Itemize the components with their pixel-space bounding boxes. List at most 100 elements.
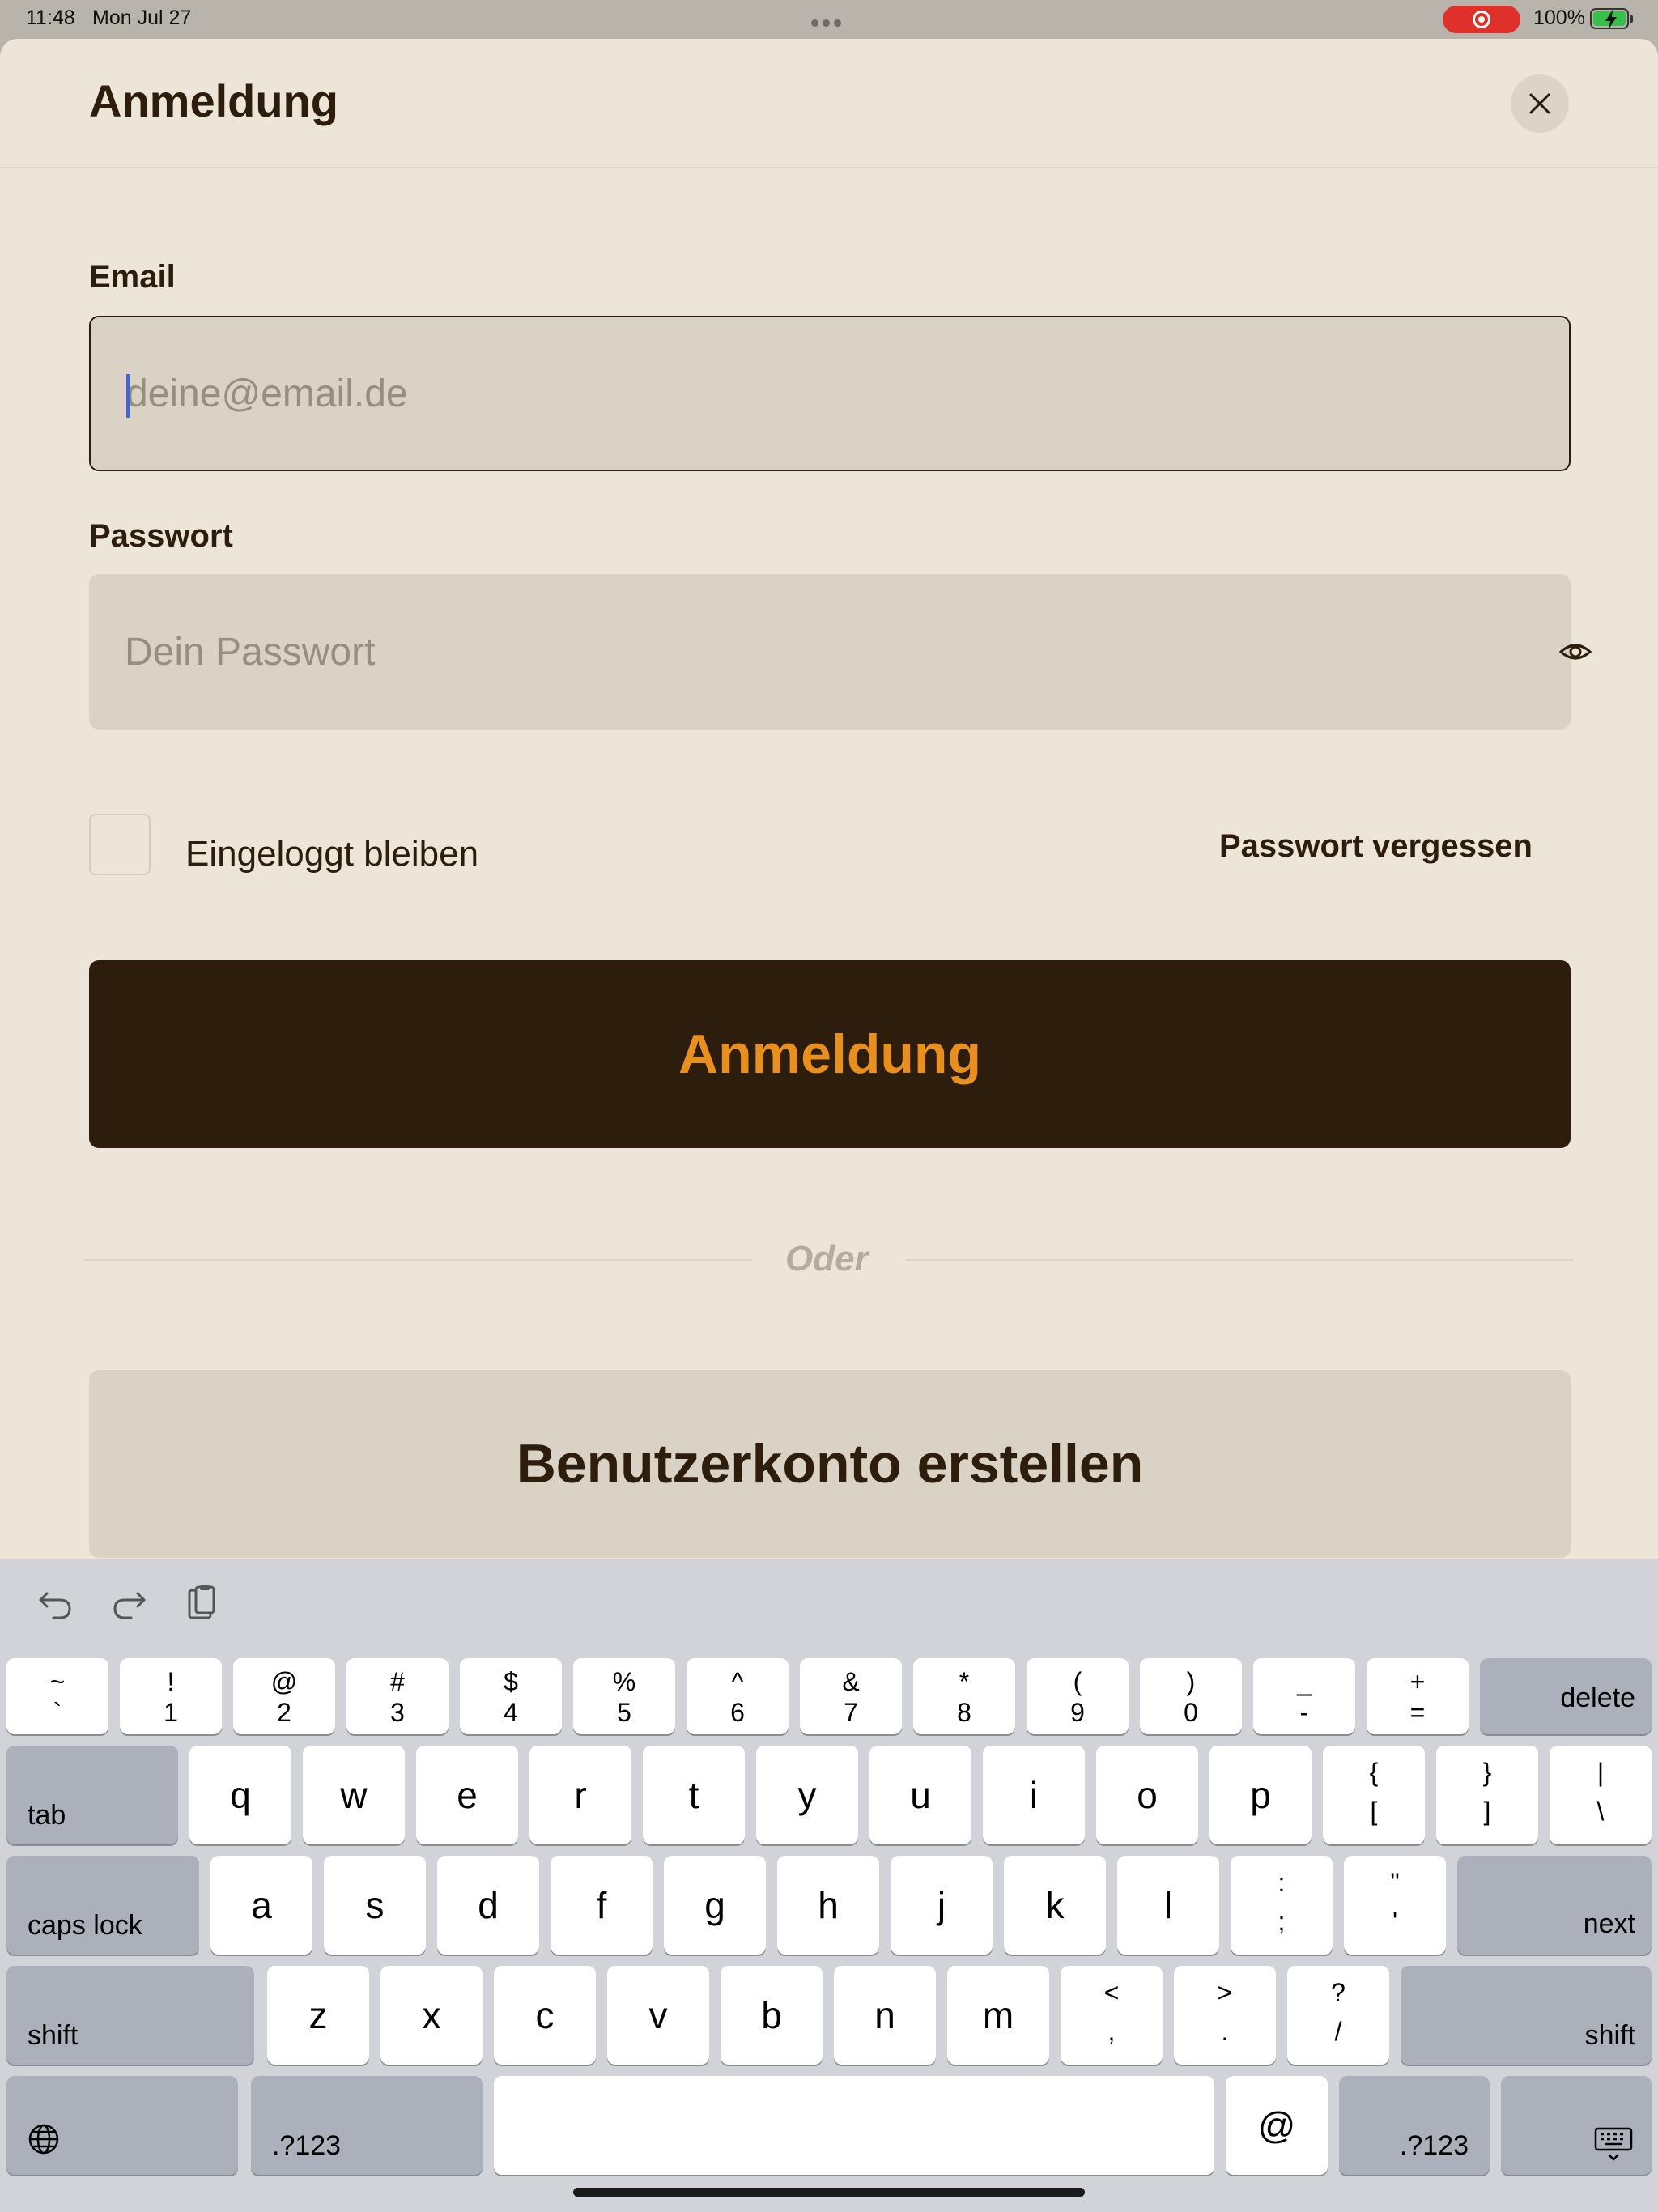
key-shift-label: < — [1103, 1978, 1120, 2007]
remember-me-checkbox[interactable] — [89, 814, 151, 875]
key-b[interactable]: b — [721, 1966, 823, 2065]
key-k[interactable]: k — [1004, 1856, 1106, 1955]
show-password-button[interactable] — [1558, 636, 1593, 668]
remember-me-label[interactable]: Eingeloggt bleiben — [185, 834, 478, 874]
key-3[interactable]: #3 — [346, 1658, 449, 1734]
key-7[interactable]: & 7 — [800, 1658, 902, 1734]
key-a[interactable]: a — [210, 1856, 312, 1955]
paste-icon[interactable] — [181, 1584, 222, 1624]
tab-key[interactable]: tab — [6, 1746, 178, 1844]
key--[interactable]: _ - — [1253, 1658, 1355, 1734]
key-label: - — [1299, 1698, 1309, 1727]
key-p[interactable]: p — [1209, 1746, 1312, 1844]
key-shift-label: $ — [504, 1667, 518, 1696]
create-account-button[interactable]: Benutzerkonto erstellen — [89, 1370, 1571, 1558]
key-l[interactable]: l — [1117, 1856, 1219, 1955]
key-e[interactable]: e — [416, 1746, 518, 1844]
key-label: caps lock — [28, 1910, 142, 1941]
globe-key[interactable] — [6, 2076, 238, 2175]
key-label: r — [574, 1774, 587, 1816]
key-=[interactable]: + = — [1367, 1658, 1469, 1734]
password-field[interactable] — [125, 574, 1460, 730]
key-5[interactable]: % 5 — [573, 1658, 675, 1734]
key-label: j — [937, 1884, 946, 1926]
key-y[interactable]: y — [756, 1746, 858, 1844]
key-sym-2[interactable]: | \ — [1550, 1746, 1652, 1844]
key-label: e — [457, 1774, 478, 1816]
key-8[interactable]: * 8 — [913, 1658, 1015, 1734]
screen-recording-icon[interactable] — [1443, 6, 1520, 33]
close-button[interactable] — [1511, 74, 1569, 133]
delete-key[interactable]: delete — [1480, 1658, 1652, 1734]
caps-lock-key[interactable]: caps lock — [6, 1856, 199, 1955]
key-r[interactable]: r — [529, 1746, 631, 1844]
key-label: b — [761, 1994, 782, 2036]
key-o[interactable]: o — [1096, 1746, 1198, 1844]
key-label: u — [910, 1774, 931, 1816]
key-z[interactable]: z — [267, 1966, 369, 2065]
key-1[interactable]: ! 1 — [120, 1658, 222, 1734]
password-label: Passwort — [89, 518, 233, 554]
key-c[interactable]: c — [494, 1966, 596, 2065]
key-label: x — [422, 1994, 441, 2036]
key-shift-label: * — [959, 1667, 970, 1696]
key-f[interactable]: f — [551, 1856, 653, 1955]
key-j[interactable]: j — [891, 1856, 993, 1955]
key-label: 2 — [277, 1698, 291, 1727]
undo-icon[interactable] — [36, 1584, 76, 1624]
key-shift-label: ? — [1331, 1978, 1346, 2007]
key-label: z — [308, 1994, 328, 2036]
email-field[interactable] — [126, 317, 1462, 470]
key-at[interactable]: @ — [1226, 2076, 1328, 2175]
key-n[interactable]: n — [834, 1966, 936, 2065]
dismiss-keyboard-key[interactable] — [1501, 2076, 1652, 2175]
key-sym-1[interactable]: }] — [1436, 1746, 1538, 1844]
key-w[interactable]: w — [303, 1746, 405, 1844]
key-x[interactable]: x — [380, 1966, 483, 2065]
shift-right-key[interactable]: shift — [1401, 1966, 1652, 2065]
key-2[interactable]: @2 — [233, 1658, 335, 1734]
key-punct-1[interactable]: " ' — [1344, 1856, 1446, 1955]
key-label: shift — [28, 2020, 79, 2051]
space-key[interactable] — [494, 2076, 1214, 2175]
key-6[interactable]: ^ 6 — [687, 1658, 789, 1734]
key-label: w — [340, 1774, 368, 1816]
key-label: ' — [1392, 1907, 1398, 1936]
numbers-right-key[interactable]: .?123 — [1339, 2076, 1490, 2175]
key-shift-label: ( — [1073, 1667, 1082, 1696]
key-t[interactable]: t — [643, 1746, 745, 1844]
key-i[interactable]: i — [983, 1746, 1085, 1844]
status-bar: 11:48 Mon Jul 27 100% — [0, 0, 1658, 39]
key-label: g — [704, 1884, 725, 1926]
shift-left-key[interactable]: shift — [6, 1966, 254, 2065]
keyboard-dismiss-icon — [1594, 2127, 1633, 2161]
divider-text: Oder — [785, 1239, 869, 1278]
key-punct-0[interactable]: :; — [1231, 1856, 1333, 1955]
key-9[interactable]: (9 — [1027, 1658, 1129, 1734]
key-4[interactable]: $4 — [460, 1658, 562, 1734]
key-q[interactable]: q — [189, 1746, 291, 1844]
key-h[interactable]: h — [777, 1856, 879, 1955]
next-key[interactable]: next — [1457, 1856, 1652, 1955]
home-indicator[interactable] — [573, 2188, 1085, 2197]
numbers-left-key[interactable]: .?123 — [251, 2076, 483, 2175]
multitasking-dots-icon[interactable] — [811, 16, 847, 27]
key-sym-0[interactable]: {[ — [1323, 1746, 1425, 1844]
redo-icon[interactable] — [108, 1584, 149, 1624]
key-label: t — [688, 1774, 699, 1816]
key-punct2-2[interactable]: ? / — [1287, 1966, 1389, 2065]
key-punct2-0[interactable]: <, — [1061, 1966, 1163, 2065]
key-g[interactable]: g — [664, 1856, 766, 1955]
forgot-password-link[interactable]: Passwort vergessen — [1219, 828, 1533, 865]
key-d[interactable]: d — [437, 1856, 539, 1955]
key-m[interactable]: m — [947, 1966, 1049, 2065]
key-s[interactable]: s — [324, 1856, 426, 1955]
key-v[interactable]: v — [607, 1966, 709, 2065]
key-0[interactable]: ) 0 — [1140, 1658, 1242, 1734]
key-shift-label: _ — [1297, 1667, 1312, 1696]
key-`[interactable]: ~ ` — [6, 1658, 108, 1734]
key-punct2-1[interactable]: >. — [1174, 1966, 1276, 2065]
key-u[interactable]: u — [869, 1746, 971, 1844]
key-label: p — [1250, 1774, 1271, 1816]
login-button[interactable]: Anmeldung — [89, 960, 1571, 1148]
